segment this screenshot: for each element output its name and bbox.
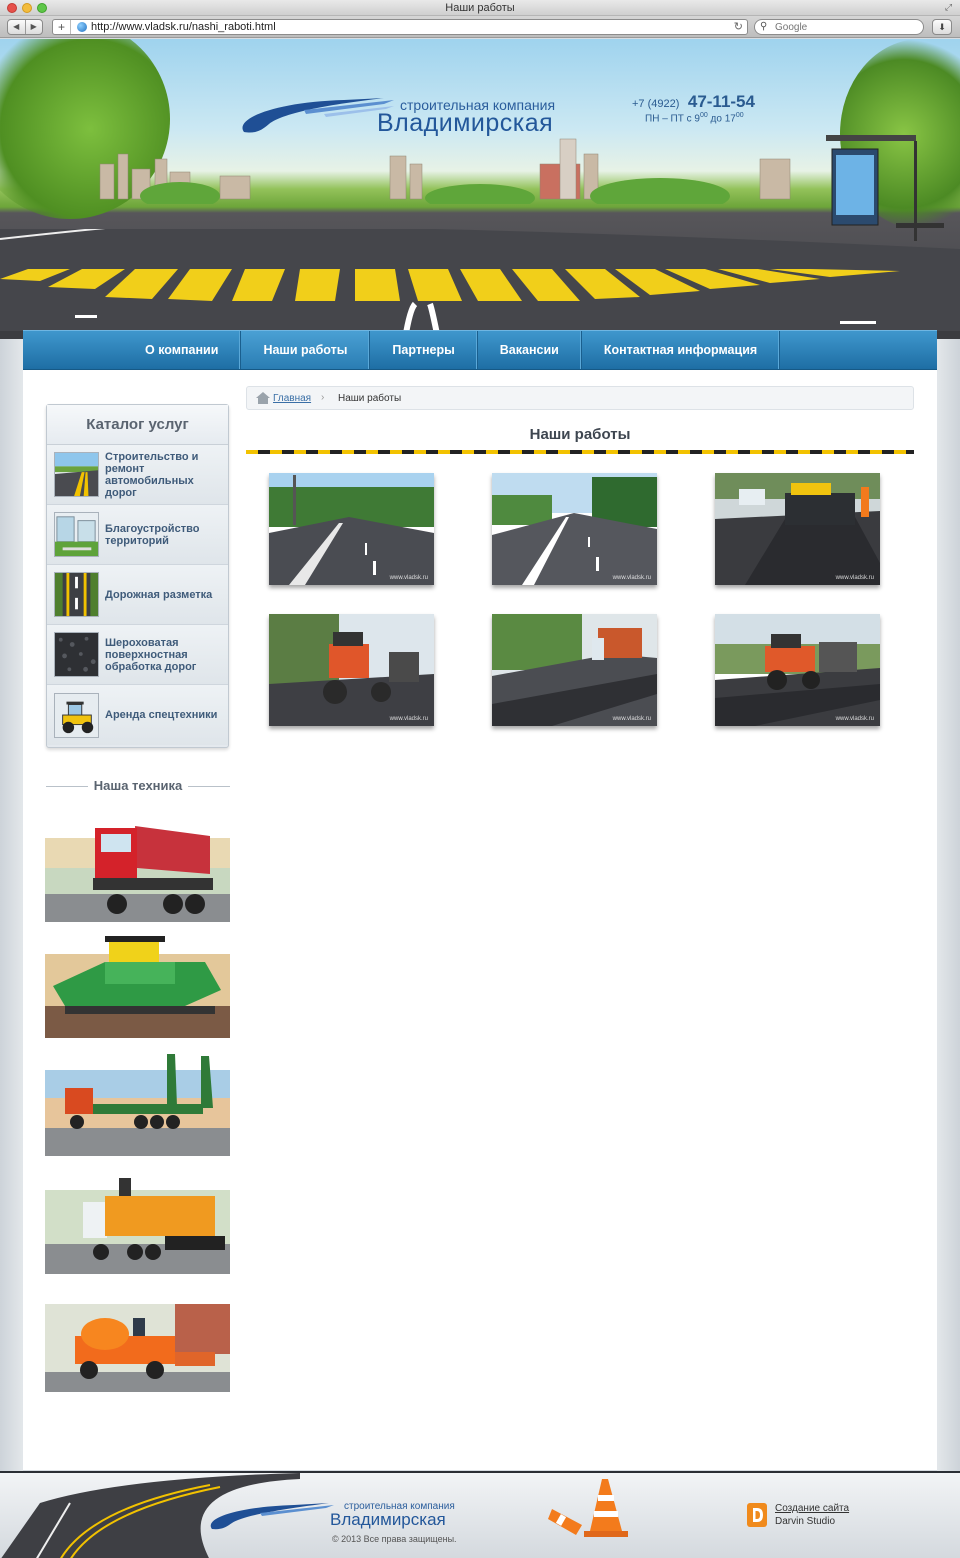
catalog-item-road-marking[interactable]: Дорожная разметка (47, 565, 228, 625)
page-margin-left (0, 339, 23, 1471)
hazard-stripe-divider (246, 450, 914, 454)
reload-icon[interactable]: ↻ (734, 20, 743, 34)
logo-title[interactable]: Владимирская (377, 109, 553, 138)
url-text[interactable]: http://www.vladsk.ru/nashi_raboti.html (91, 20, 276, 34)
darvin-studio-logo-icon[interactable] (747, 1503, 767, 1527)
road-crosswalk-image (0, 229, 960, 339)
page-margin-right (937, 339, 960, 1471)
catalog-item-landscaping[interactable]: Благоустройство территорий (47, 505, 228, 565)
catalog-item-road-construction[interactable]: Строительство и ремонт автомобильных дор… (47, 445, 228, 505)
nav-item-our-works[interactable]: Наши работы (241, 331, 371, 369)
page-title: Наши работы (529, 426, 631, 443)
chevron-right-icon: › (321, 392, 325, 403)
breadcrumb-home-link[interactable]: Главная (273, 393, 311, 404)
forward-button[interactable]: ▶ (26, 20, 43, 34)
gallery-photo-image (492, 614, 657, 726)
footer-logo-swoosh-icon (210, 1503, 334, 1530)
nav-item-vacancies[interactable]: Вакансии (478, 331, 582, 369)
road-marking-thumb-icon (54, 572, 99, 617)
breadcrumb-current: Наши работы (338, 393, 402, 404)
site-credit-name: Darvin Studio (775, 1516, 836, 1527)
gallery-photo-image (715, 614, 880, 726)
equipment-lowbed-trailer-image[interactable] (45, 1050, 230, 1156)
phone-number: 47-11-54 (687, 92, 755, 111)
window-minimize-button[interactable] (22, 3, 32, 13)
roller-thumb-icon (54, 692, 99, 738)
gallery-photo-6[interactable]: www.vladsk.ru (715, 614, 880, 726)
nav-item-about[interactable]: О компании (145, 331, 242, 369)
back-button[interactable]: ◀ (8, 20, 26, 34)
phone-code: +7 (4922) (632, 98, 680, 110)
nav-item-contacts[interactable]: Контактная информация (582, 331, 781, 369)
road-thumb-icon (54, 452, 99, 497)
window-title: Наши работы (445, 2, 515, 14)
globe-icon (77, 22, 87, 32)
downloads-button[interactable]: ⬇ (932, 19, 952, 35)
gallery-photo-1[interactable]: www.vladsk.ru (269, 473, 434, 585)
asphalt-texture-thumb-icon (54, 632, 99, 677)
breadcrumb: Главная › Наши работы (246, 386, 914, 410)
history-nav: ◀ ▶ (7, 19, 43, 35)
traffic-cones-icon (548, 1479, 628, 1537)
catalog-item-equipment-rental[interactable]: Аренда спецтехники (47, 685, 228, 745)
equipment-asphalt-paver-image[interactable] (45, 930, 230, 1038)
equipment-dump-truck-image[interactable] (45, 806, 230, 922)
main-nav: О компании Наши работы Партнеры Вакансии… (23, 330, 937, 370)
site-header: строительная компания Владимирская +7 (4… (0, 39, 960, 339)
window-close-button[interactable] (7, 3, 17, 13)
equipment-chip-spreader-truck-image[interactable] (45, 1172, 230, 1274)
landscaping-thumb-icon (54, 512, 99, 557)
nav-item-partners[interactable]: Партнеры (370, 331, 478, 369)
site-footer: строительная компания Владимирская © 201… (0, 1471, 960, 1558)
site-credit-link[interactable]: Создание сайта (775, 1503, 849, 1514)
service-catalog: Каталог услуг Строительство и ремонт авт… (46, 404, 229, 748)
window-zoom-button[interactable] (37, 3, 47, 13)
city-skyline-image (99, 138, 791, 204)
add-bookmark-button[interactable]: + (53, 20, 71, 34)
gallery-photo-image (269, 473, 434, 585)
catalog-item-surface-treatment[interactable]: Шероховатая поверхностная обработка доро… (47, 625, 228, 685)
gallery-photo-3[interactable]: www.vladsk.ru (715, 473, 880, 585)
equipment-section-title: Наша техника (46, 778, 230, 793)
phone-block: +7 (4922) 47-11-54 (632, 92, 755, 112)
home-icon[interactable] (256, 392, 270, 404)
working-hours: ПН – ПТ с 900 до 1700 (645, 112, 744, 125)
gallery-photo-5[interactable]: www.vladsk.ru (492, 614, 657, 726)
footer-copyright: © 2013 Все права защищены. (332, 1534, 457, 1544)
window-titlebar: Наши работы ⤢ (0, 0, 960, 16)
footer-logo-title: Владимирская (330, 1510, 446, 1529)
search-icon: ⚲ (760, 21, 768, 32)
gallery-photo-image (492, 473, 657, 585)
catalog-title: Каталог услуг (47, 405, 228, 445)
equipment-marking-machine-image[interactable] (45, 1290, 230, 1392)
gallery-photo-image (715, 473, 880, 585)
search-field[interactable]: ⚲ (754, 19, 924, 35)
browser-toolbar: ◀ ▶ + http://www.vladsk.ru/nashi_raboti.… (0, 16, 960, 38)
search-input[interactable] (775, 21, 915, 33)
gallery-photo-2[interactable]: www.vladsk.ru (492, 473, 657, 585)
gallery-photo-4[interactable]: www.vladsk.ru (269, 614, 434, 726)
fullscreen-icon[interactable]: ⤢ (943, 2, 954, 13)
gallery-photo-image (269, 614, 434, 726)
address-bar[interactable]: + http://www.vladsk.ru/nashi_raboti.html… (52, 19, 748, 35)
logo-swoosh-icon (242, 98, 394, 133)
